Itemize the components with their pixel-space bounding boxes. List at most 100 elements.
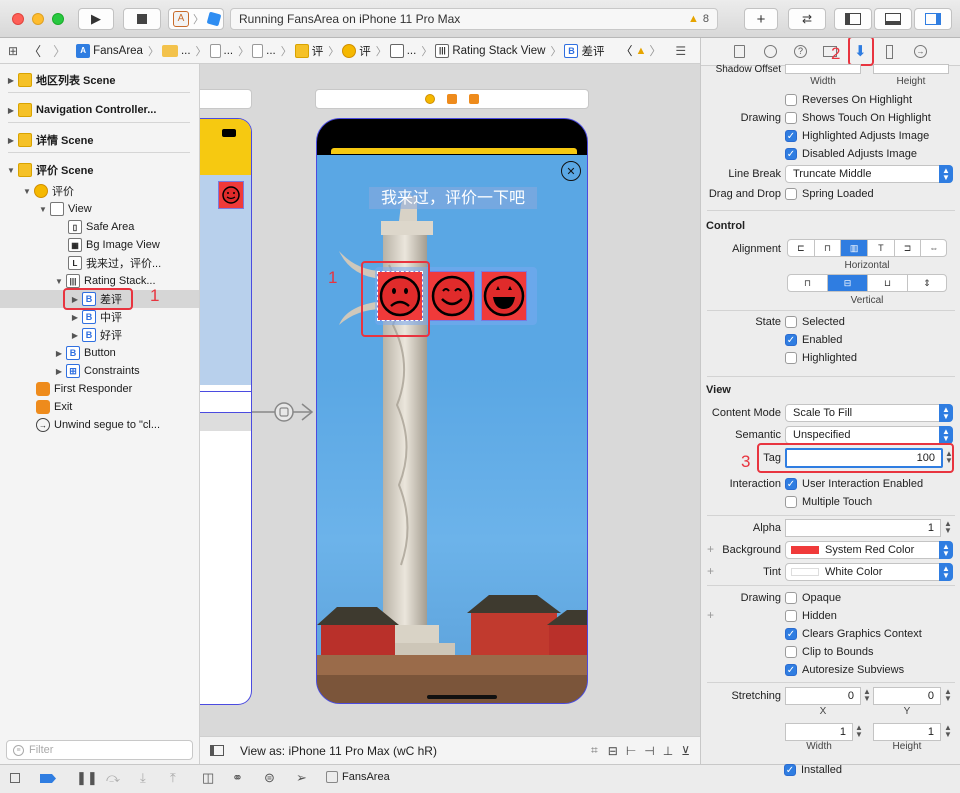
- memory-graph-icon[interactable]: ⚭: [232, 770, 243, 786]
- selected-checkbox[interactable]: Selected: [785, 316, 845, 328]
- outline-close-button[interactable]: ▶ B Button: [0, 344, 199, 362]
- hide-outline-icon[interactable]: [210, 745, 224, 756]
- clip-to-bounds-checkbox[interactable]: Clip to Bounds: [785, 646, 874, 658]
- shadow-height-field[interactable]: [873, 64, 949, 74]
- disclosure-down-icon[interactable]: ▼: [6, 166, 16, 175]
- alpha-field[interactable]: 1: [785, 519, 941, 537]
- breadcrumb-scene[interactable]: 评: [294, 43, 323, 59]
- run-button[interactable]: ▶: [78, 8, 114, 30]
- outline-constraints[interactable]: ▶ ⊞ Constraints: [0, 362, 199, 380]
- hide-debug-icon[interactable]: [10, 773, 20, 783]
- disclosure-right-icon[interactable]: ▶: [6, 136, 16, 145]
- disclosure-right-icon[interactable]: ▶: [70, 331, 80, 340]
- bg-image-view[interactable]: 我来过，评价一下吧 ✕: [317, 155, 587, 703]
- reverses-checkbox[interactable]: Reverses On Highlight: [785, 94, 912, 106]
- outline-button-mid[interactable]: ▶ B 中评: [0, 308, 199, 326]
- back-arrow-icon[interactable]: 〈: [28, 41, 41, 60]
- valign-fill-icon[interactable]: ⇕: [908, 275, 946, 291]
- breadcrumb-stack-view[interactable]: ||| Rating Stack View: [435, 43, 545, 58]
- disclosure-right-icon[interactable]: ▶: [70, 313, 80, 322]
- outline-button-good[interactable]: ▶ B 好评: [0, 326, 199, 344]
- breadcrumb-folder[interactable]: ...: [161, 44, 191, 57]
- filter-input[interactable]: ≡ Filter: [6, 740, 193, 760]
- toggle-debug-button[interactable]: [874, 8, 912, 30]
- shows-touch-checkbox[interactable]: Shows Touch On Highlight: [785, 112, 931, 124]
- valign-center-icon[interactable]: ⊟: [828, 275, 868, 291]
- outline-label[interactable]: L 我来过，评价...: [0, 254, 199, 272]
- stepper-icon[interactable]: ▲ ▼: [944, 688, 952, 703]
- exit-dock-icon[interactable]: [469, 94, 479, 104]
- disclosure-right-icon[interactable]: ▶: [6, 76, 16, 85]
- embed-in-stack-icon[interactable]: ⊟: [608, 744, 618, 758]
- align-center-left-icon[interactable]: ⊓: [815, 240, 842, 256]
- outline-view[interactable]: ▼ View: [0, 200, 199, 218]
- breadcrumb-storyboard[interactable]: ...: [209, 43, 233, 58]
- good-rating-button[interactable]: [481, 271, 527, 321]
- update-frames-icon[interactable]: ⌗: [591, 743, 598, 758]
- alpha-stepper-icon[interactable]: ▲ ▼: [944, 520, 952, 535]
- align-fill-icon[interactable]: ⇔: [921, 240, 946, 256]
- toggle-navigator-button[interactable]: [834, 8, 872, 30]
- add-constraints-icon[interactable]: ⊣: [644, 744, 654, 758]
- outline-scene-list[interactable]: ▶ 地区列表 Scene: [0, 71, 199, 89]
- grid-icon[interactable]: ⊞: [8, 44, 18, 58]
- view-as-device[interactable]: View as: iPhone 11 Pro Max (wC hR): [240, 744, 437, 758]
- background-color-popup[interactable]: System Red Color ▲ ▼: [785, 541, 953, 559]
- outline-first-responder[interactable]: First Responder: [0, 380, 199, 398]
- highlighted-adjusts-checkbox[interactable]: ✓ Highlighted Adjusts Image: [785, 130, 929, 142]
- highlighted-checkbox[interactable]: Highlighted: [785, 352, 857, 364]
- hidden-checkbox[interactable]: Hidden: [785, 610, 837, 622]
- location-icon[interactable]: ➢: [296, 770, 307, 786]
- rating-scene-preview[interactable]: 我来过，评价一下吧 ✕: [316, 118, 588, 704]
- disclosure-right-icon[interactable]: ▶: [54, 367, 64, 376]
- size-inspector-icon[interactable]: [886, 45, 893, 59]
- multiple-touch-checkbox[interactable]: Multiple Touch: [785, 496, 872, 508]
- toggle-inspector-button[interactable]: [914, 8, 952, 30]
- close-window-button[interactable]: [12, 13, 24, 25]
- disclosure-right-icon[interactable]: ▶: [54, 349, 64, 358]
- enabled-checkbox[interactable]: ✓ Enabled: [785, 334, 842, 346]
- line-break-popup[interactable]: Truncate Middle ▲ ▼: [785, 165, 953, 183]
- align-icon[interactable]: ⊢: [626, 744, 636, 758]
- outline-scene-nav[interactable]: ▶ Navigation Controller...: [0, 101, 199, 119]
- valign-top-icon[interactable]: ⊓: [788, 275, 828, 291]
- breakpoint-icon[interactable]: [40, 774, 56, 783]
- outline-controller[interactable]: ▼ 评价: [0, 182, 199, 200]
- clears-context-checkbox[interactable]: ✓ Clears Graphics Context: [785, 628, 922, 640]
- installed-checkbox[interactable]: ✓ Installed: [784, 764, 842, 776]
- code-review-button[interactable]: ⇄: [788, 8, 826, 30]
- related-items-icon[interactable]: ☰: [675, 44, 686, 58]
- minimize-window-button[interactable]: [32, 13, 44, 25]
- horizontal-alignment-control[interactable]: ⊏ ⊓ ▥ T ⊐ ⇔: [787, 239, 947, 257]
- disclosure-down-icon[interactable]: ▼: [54, 277, 64, 286]
- issue-next-icon[interactable]: 〉: [649, 42, 661, 59]
- align-center-icon[interactable]: ▥: [841, 240, 869, 256]
- disclosure-down-icon[interactable]: ▼: [22, 187, 32, 196]
- library-button[interactable]: +: [744, 8, 778, 30]
- user-interaction-checkbox[interactable]: ✓ User Interaction Enabled: [785, 478, 923, 490]
- close-button[interactable]: ✕: [561, 161, 581, 181]
- warning-indicator[interactable]: ▲ 8: [688, 13, 709, 25]
- pause-icon[interactable]: ❚❚: [76, 770, 98, 786]
- zoom-window-button[interactable]: [52, 13, 64, 25]
- breadcrumb-button[interactable]: B 差评: [564, 43, 604, 59]
- outline-bg-image[interactable]: ▦ Bg Image View: [0, 236, 199, 254]
- vc-dock-icon[interactable]: [425, 94, 435, 104]
- stepper-icon[interactable]: ▲ ▼: [944, 724, 952, 739]
- content-mode-popup[interactable]: Scale To Fill ▲ ▼: [785, 404, 953, 422]
- detail-scene-preview[interactable]: [200, 118, 252, 705]
- align-left-icon[interactable]: ⊏: [788, 240, 815, 256]
- scheme-selector[interactable]: A 〉: [168, 8, 224, 30]
- tint-color-popup[interactable]: White Color ▲ ▼: [785, 563, 953, 581]
- breadcrumb-storyboard-base[interactable]: ...: [252, 43, 276, 58]
- breadcrumb-controller[interactable]: 评: [342, 43, 371, 59]
- opaque-checkbox[interactable]: Opaque: [785, 592, 841, 604]
- process-selector[interactable]: FansArea: [326, 771, 390, 783]
- segue-arrow[interactable]: [252, 394, 316, 430]
- stepper-icon[interactable]: ▲ ▼: [855, 724, 863, 739]
- spring-loaded-checkbox[interactable]: Spring Loaded: [785, 188, 874, 200]
- view-debugger-icon[interactable]: ◫: [202, 770, 214, 786]
- valign-bottom-icon[interactable]: ⊔: [868, 275, 908, 291]
- breadcrumb-view[interactable]: ...: [389, 43, 416, 58]
- stretch-height-field[interactable]: 1: [873, 723, 941, 741]
